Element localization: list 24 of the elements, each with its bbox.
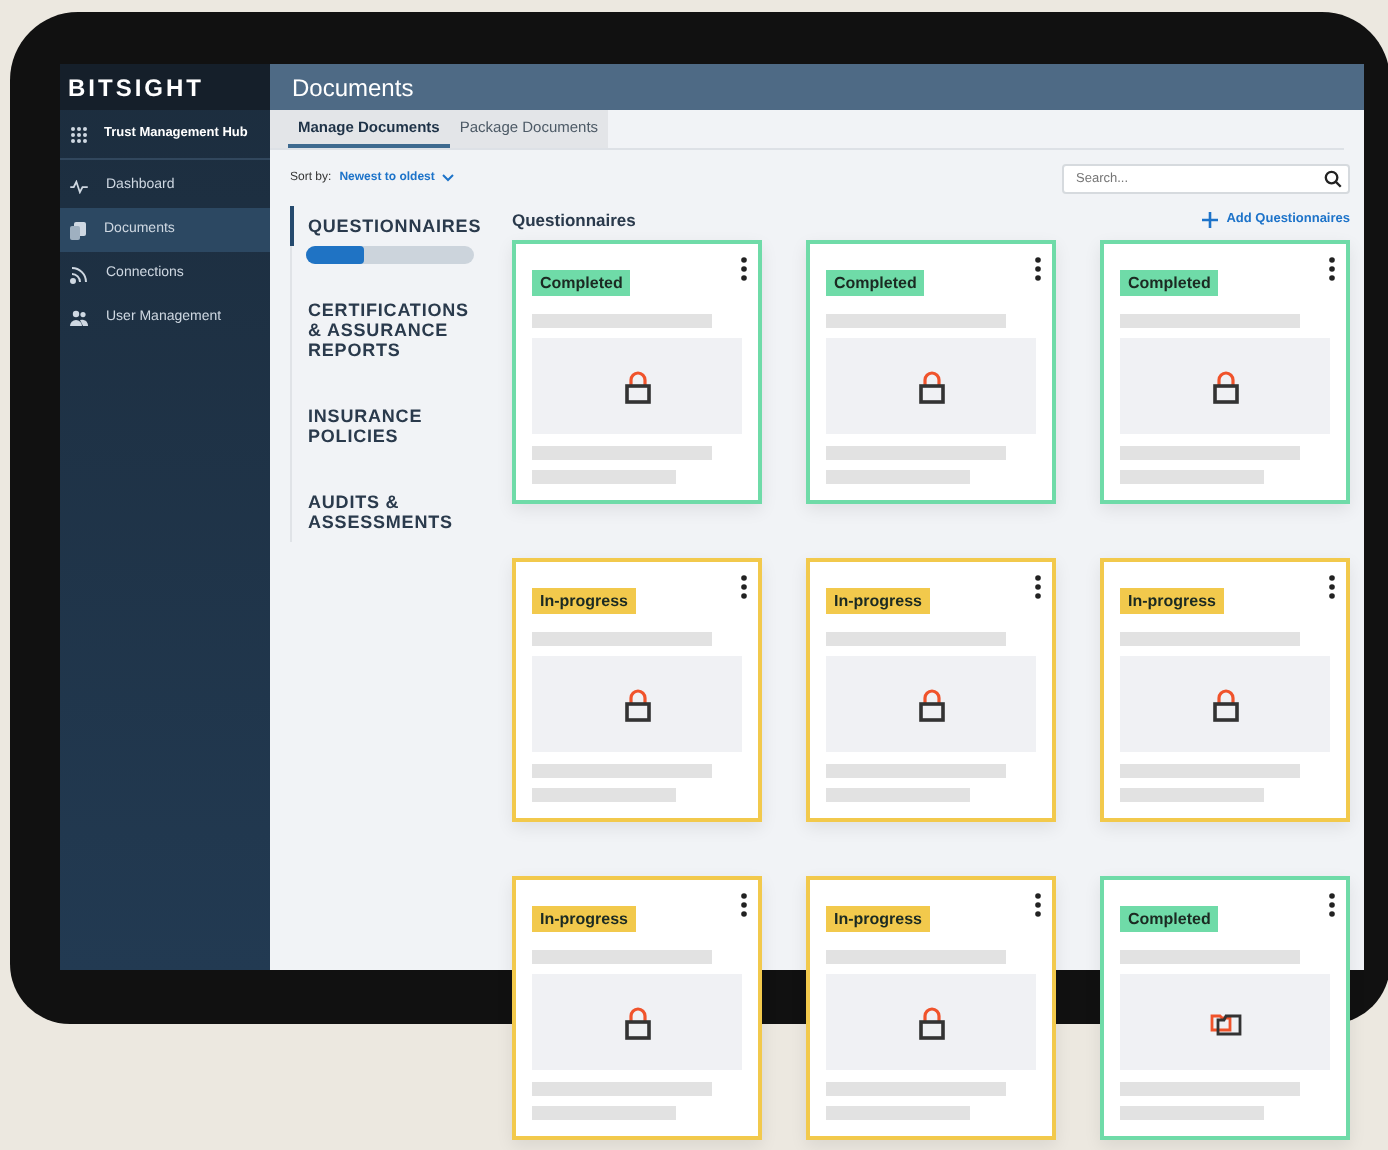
document-card[interactable]: Completed xyxy=(1100,876,1350,1140)
status-tag: Completed xyxy=(1120,270,1219,296)
status-tag: In-progress xyxy=(826,906,931,932)
page-title: Documents xyxy=(292,71,414,105)
document-card[interactable]: Completed xyxy=(512,240,762,504)
document-card[interactable]: Completed xyxy=(1100,240,1350,504)
document-card[interactable]: In-progress xyxy=(1100,558,1350,822)
status-tag: In-progress xyxy=(826,588,931,614)
status-tag: In-progress xyxy=(532,906,637,932)
status-tag: Completed xyxy=(532,270,631,296)
category-link[interactable]: AUDITS & ASSESSMENTS xyxy=(290,482,488,542)
logo: BITSIGHT xyxy=(68,71,204,105)
status-tag: Completed xyxy=(826,270,925,296)
status-tag: In-progress xyxy=(1120,588,1225,614)
document-card[interactable]: Completed xyxy=(806,240,1056,504)
document-card[interactable]: In-progress xyxy=(806,876,1056,1140)
document-card[interactable]: In-progress xyxy=(512,558,762,822)
document-card[interactable]: In-progress xyxy=(806,558,1056,822)
status-tag: In-progress xyxy=(532,588,637,614)
section-title: Questionnaires xyxy=(512,207,636,233)
category-link[interactable]: INSURANCE POLICIES xyxy=(290,396,488,456)
status-tag: Completed xyxy=(1120,906,1219,932)
category-link[interactable]: CERTIFICATIONS & ASSURANCE REPORTS xyxy=(290,290,488,370)
document-card[interactable]: In-progress xyxy=(512,876,762,1140)
